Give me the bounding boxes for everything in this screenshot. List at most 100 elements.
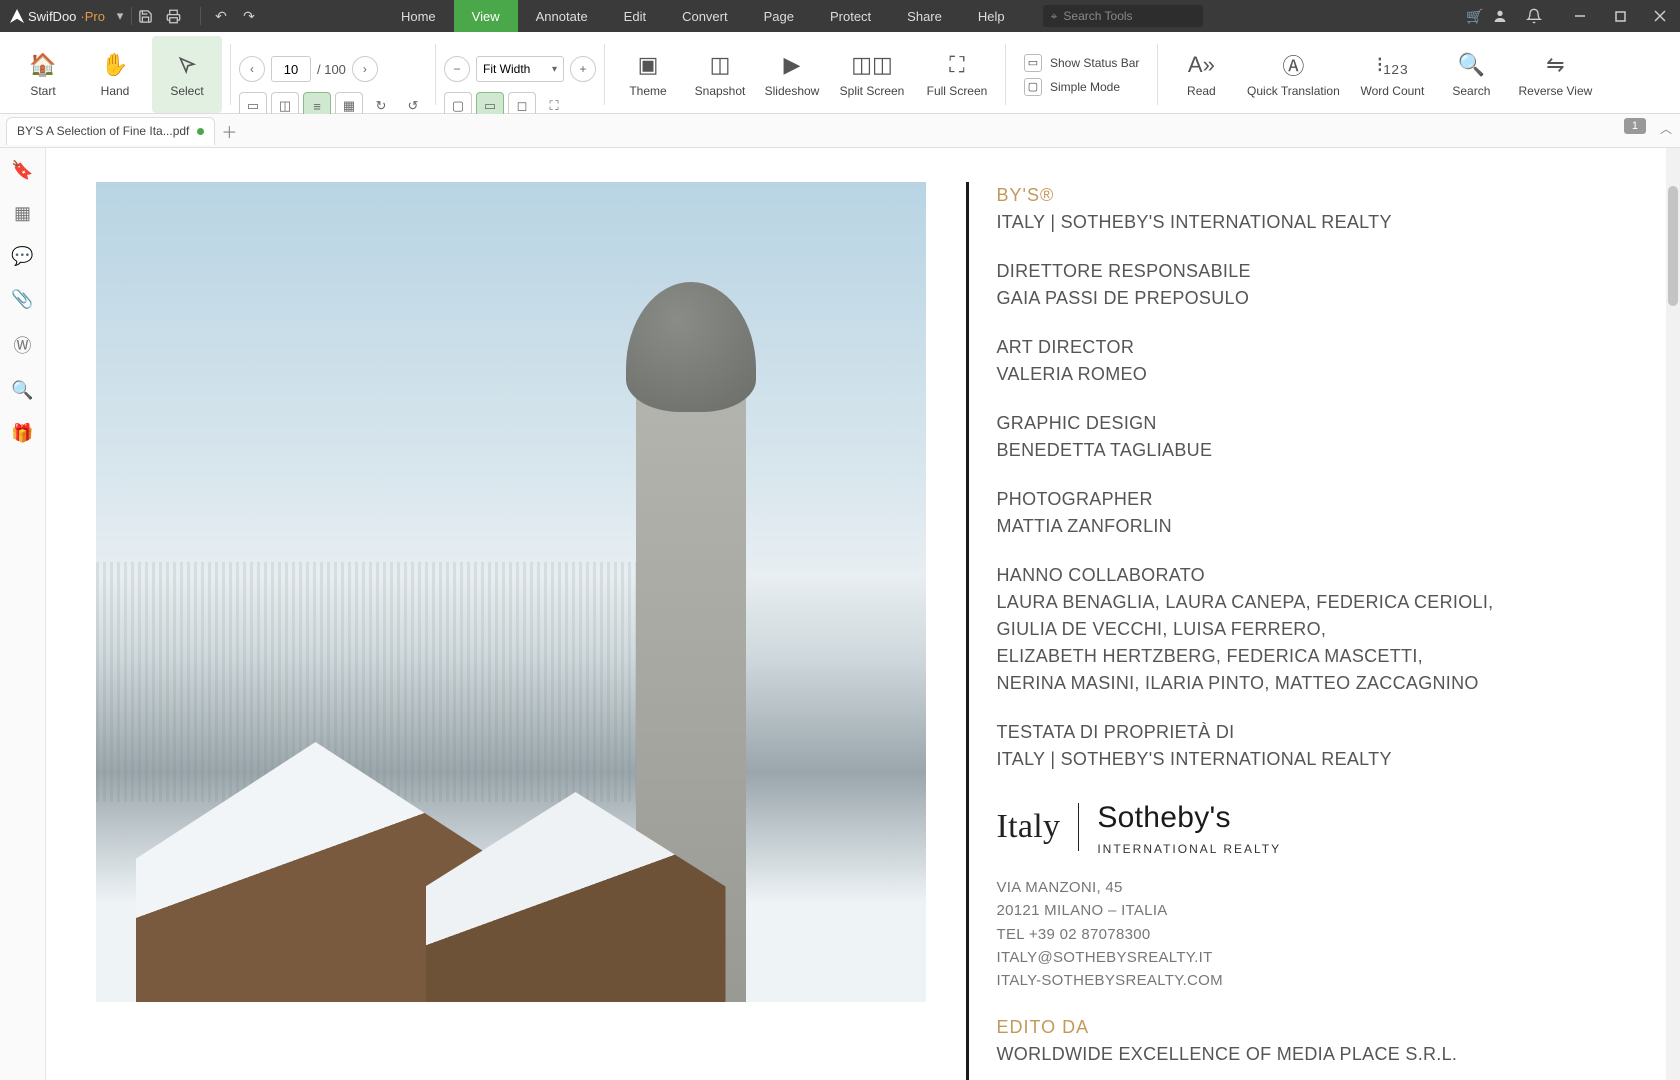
bookmarks-icon[interactable]: 🔖: [11, 160, 33, 181]
logo-sothebys: Sotheby's: [1097, 795, 1281, 840]
hand-button[interactable]: ✋ Hand: [80, 36, 150, 113]
zoom-in-button[interactable]: +: [570, 56, 596, 82]
full-screen-button[interactable]: ⛶ Full Screen: [917, 36, 997, 113]
page-nav-group: ‹ / 100 › ▭ ◫ ≡ ▦ ↻ ↺: [239, 36, 427, 113]
titlebar-right-icons: 🛒: [1458, 8, 1560, 25]
user-icon[interactable]: [1492, 8, 1526, 24]
show-status-bar-toggle[interactable]: ▭ Show Status Bar: [1024, 54, 1139, 72]
maximize-button[interactable]: [1600, 0, 1640, 32]
vertical-scrollbar[interactable]: [1666, 148, 1680, 1080]
separator: [1157, 44, 1158, 105]
menu-protect[interactable]: Protect: [812, 0, 889, 32]
collab-line3: ELIZABETH HERTZBERG, FEDERICA MASCETTI,: [997, 643, 1494, 670]
search-panel-icon[interactable]: 🔍: [11, 380, 33, 401]
main-menu-bar: Home View Annotate Edit Convert Page Pro…: [383, 0, 1023, 32]
search-tools-input[interactable]: ⌖ Search Tools: [1043, 5, 1203, 27]
direttore-value: GAIA PASSI DE PREPOSULO: [997, 285, 1494, 312]
hand-icon: ✋: [101, 52, 128, 78]
art-director-value: VALERIA ROMEO: [997, 361, 1494, 388]
collab-heading: HANNO COLLABORATO: [997, 562, 1494, 589]
credits-column: BY'S® ITALY | SOTHEBY'S INTERNATIONAL RE…: [966, 182, 1494, 1080]
next-page-button[interactable]: ›: [352, 56, 378, 82]
prev-page-button[interactable]: ‹: [239, 56, 265, 82]
redo-icon[interactable]: ↷: [235, 8, 263, 25]
brand-name: SwifDoo: [28, 9, 76, 24]
save-icon[interactable]: [138, 9, 166, 24]
pdf-page: BY'S® ITALY | SOTHEBY'S INTERNATIONAL RE…: [76, 182, 1651, 1080]
attachments-icon[interactable]: 📎: [11, 289, 33, 310]
scrollbar-thumb[interactable]: [1668, 186, 1678, 306]
simple-mode-toggle[interactable]: ▢ Simple Mode: [1024, 78, 1139, 96]
brand-dropdown-icon[interactable]: ▾: [115, 8, 125, 24]
search-button[interactable]: 🔍 Search: [1436, 36, 1506, 113]
collapse-ribbon-icon[interactable]: ︿: [1660, 120, 1672, 137]
start-label: Start: [30, 84, 55, 98]
mode-block: ▭ Show Status Bar ▢ Simple Mode: [1014, 36, 1149, 113]
menu-home[interactable]: Home: [383, 0, 454, 32]
search-icon: 🔍: [1458, 52, 1485, 78]
word-count-button[interactable]: ⁝₁₂₃ Word Count: [1350, 36, 1434, 113]
titlebar: SwifDoo ·Pro ▾ ↶ ↷ Home View Annotate Ed…: [0, 0, 1680, 32]
split-screen-icon: ◫◫: [851, 52, 893, 78]
document-tab[interactable]: BY'S A Selection of Fine Ita...pdf: [6, 117, 215, 145]
reverse-view-button[interactable]: ⇋ Reverse View: [1508, 36, 1602, 113]
split-screen-button[interactable]: ◫◫ Split Screen: [829, 36, 915, 113]
slideshow-button[interactable]: ▶ Slideshow: [757, 36, 827, 113]
reverse-view-icon: ⇋: [1546, 52, 1564, 78]
separator: [230, 44, 231, 105]
brand-suffix: ·Pro: [80, 9, 105, 24]
menu-share[interactable]: Share: [889, 0, 960, 32]
cart-icon[interactable]: 🛒: [1458, 8, 1492, 25]
bell-icon[interactable]: [1526, 8, 1560, 24]
gift-icon[interactable]: 🎁: [11, 423, 33, 444]
separator: [131, 7, 132, 25]
menu-convert[interactable]: Convert: [664, 0, 746, 32]
zoom-out-button[interactable]: −: [444, 56, 470, 82]
photographer-heading: PHOTOGRAPHER: [997, 486, 1494, 513]
separator: [604, 44, 605, 105]
menu-help[interactable]: Help: [960, 0, 1023, 32]
zoom-mode-select[interactable]: Fit Width: [476, 56, 564, 82]
search-tools-placeholder: Search Tools: [1063, 9, 1132, 23]
page-number-input[interactable]: [271, 56, 311, 82]
direttore-heading: DIRETTORE RESPONSABILE: [997, 258, 1494, 285]
read-button[interactable]: A» Read: [1166, 36, 1236, 113]
menu-view[interactable]: View: [454, 0, 518, 32]
select-button[interactable]: Select: [152, 36, 222, 113]
undo-icon[interactable]: ↶: [207, 8, 235, 25]
close-button[interactable]: [1640, 0, 1680, 32]
sothebys-logo: Italy Sotheby's INTERNATIONAL REALTY: [997, 795, 1494, 858]
workspace: 🔖 ▦ 💬 📎 Ⓦ 🔍 🎁 BY'S® ITALY | SOTHEBY'S IN…: [0, 148, 1680, 1080]
swifdoo-icon: [10, 9, 24, 23]
collab-line1: LAURA BENAGLIA, LAURA CANEPA, FEDERICA C…: [997, 589, 1494, 616]
menu-annotate[interactable]: Annotate: [518, 0, 606, 32]
select-label: Select: [170, 84, 203, 98]
left-sidebar: 🔖 ▦ 💬 📎 Ⓦ 🔍 🎁: [0, 148, 46, 1080]
art-director-heading: ART DIRECTOR: [997, 334, 1494, 361]
translate-icon: Ⓐ: [1282, 52, 1304, 78]
status-bar-icon: ▭: [1024, 54, 1042, 72]
word-icon[interactable]: Ⓦ: [14, 332, 32, 358]
read-icon: A»: [1188, 52, 1215, 78]
start-button[interactable]: 🏠 Start: [8, 36, 78, 113]
menu-edit[interactable]: Edit: [606, 0, 664, 32]
document-viewport[interactable]: BY'S® ITALY | SOTHEBY'S INTERNATIONAL RE…: [46, 148, 1680, 1080]
print-icon[interactable]: [166, 9, 194, 24]
theme-button[interactable]: ▣ Theme: [613, 36, 683, 113]
split-screen-label: Split Screen: [840, 84, 905, 98]
snapshot-button[interactable]: ◫ Snapshot: [685, 36, 755, 113]
full-screen-icon: ⛶: [949, 52, 964, 78]
thumbnails-icon[interactable]: ▦: [14, 203, 31, 224]
menu-page[interactable]: Page: [746, 0, 812, 32]
quick-translation-label: Quick Translation: [1247, 84, 1340, 98]
separator: [200, 7, 201, 25]
add-tab-button[interactable]: ＋: [215, 119, 243, 143]
word-count-icon: ⁝₁₂₃: [1376, 52, 1408, 78]
quick-translation-button[interactable]: Ⓐ Quick Translation: [1238, 36, 1348, 113]
comments-icon[interactable]: 💬: [11, 246, 33, 267]
document-tabbar: BY'S A Selection of Fine Ita...pdf ＋ 1 ︿: [0, 114, 1680, 148]
graphic-design-heading: GRAPHIC DESIGN: [997, 410, 1494, 437]
read-label: Read: [1187, 84, 1216, 98]
minimize-button[interactable]: [1560, 0, 1600, 32]
separator: [435, 44, 436, 105]
